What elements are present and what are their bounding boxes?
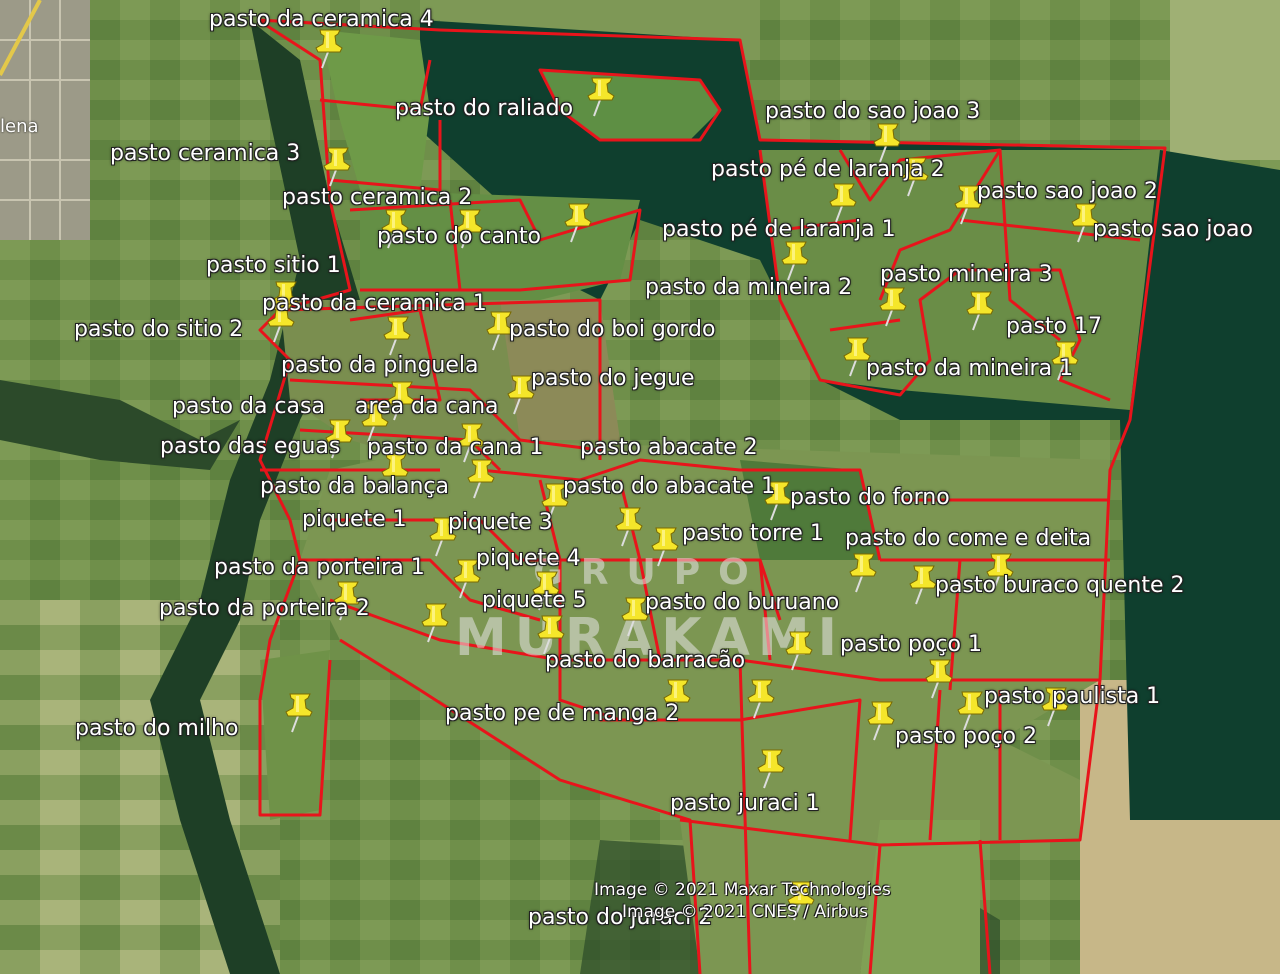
- pushpin-icon[interactable]: [586, 74, 620, 118]
- placemark-label[interactable]: pasto sao joao: [1093, 218, 1253, 242]
- town-label: lena: [0, 116, 39, 137]
- pushpin-icon[interactable]: [563, 200, 597, 244]
- placemark-label[interactable]: pasto poço 2: [895, 725, 1037, 749]
- placemark-label[interactable]: pasto da porteira 1: [214, 556, 425, 580]
- placemark-label[interactable]: pasto 17: [1006, 315, 1102, 339]
- placemark-label[interactable]: pasto do boi gordo: [509, 318, 715, 342]
- placemark-label[interactable]: pasto das eguas: [160, 435, 340, 459]
- placemark-label[interactable]: pasto da pinguela: [281, 354, 478, 378]
- placemark-label[interactable]: pasto sao joao 2: [977, 180, 1158, 204]
- imagery-credit-maxar: Image © 2021 Maxar Technologies: [594, 880, 891, 900]
- pushpin-icon[interactable]: [382, 313, 416, 357]
- pushpin-icon[interactable]: [314, 26, 348, 70]
- imagery-credit-cnes: Image © 2021 CNES / Airbus: [622, 902, 869, 922]
- placemark-label[interactable]: pasto da casa: [172, 395, 325, 419]
- placemark-label[interactable]: pasto da ceramica 4: [209, 8, 434, 32]
- placemark-label[interactable]: piquete 1: [302, 508, 407, 532]
- placemark-label[interactable]: pasto do sao joao 3: [765, 100, 980, 124]
- placemark-label[interactable]: pasto do come e deita: [845, 527, 1091, 551]
- placemark-label[interactable]: piquete 3: [448, 511, 553, 535]
- pushpin-icon[interactable]: [965, 288, 999, 332]
- placemark-label[interactable]: pasto ceramica 3: [110, 142, 300, 166]
- placemark-label[interactable]: pasto torre 1: [682, 522, 824, 546]
- placemark-label[interactable]: pasto paulista 1: [984, 685, 1160, 709]
- pushpin-icon[interactable]: [848, 550, 882, 594]
- placemark-label[interactable]: pasto abacate 2: [580, 436, 758, 460]
- placemark-label[interactable]: pasto do forno: [790, 486, 950, 510]
- pushpin-icon[interactable]: [322, 144, 356, 188]
- placemark-label[interactable]: pasto da ceramica 1: [262, 292, 487, 316]
- placemark-label[interactable]: pasto da mineira 1: [866, 357, 1073, 381]
- placemark-label[interactable]: pasto da balança: [260, 475, 449, 499]
- placemark-label[interactable]: pasto da porteira 2: [159, 597, 370, 621]
- placemark-label[interactable]: pasto do barracão: [545, 649, 745, 673]
- placemark-label[interactable]: pasto do abacate 1: [563, 475, 775, 499]
- pushpin-icon[interactable]: [650, 524, 684, 568]
- placemark-label[interactable]: area da cana: [355, 395, 499, 419]
- placemark-label[interactable]: pasto do raliado: [395, 97, 573, 121]
- pushpin-icon[interactable]: [614, 504, 648, 548]
- placemark-label[interactable]: pasto buraco quente 2: [935, 574, 1185, 598]
- placemark-label[interactable]: pasto mineira 3: [880, 263, 1053, 287]
- placemark-label[interactable]: pasto juraci 1: [670, 792, 820, 816]
- pushpin-icon[interactable]: [924, 656, 958, 700]
- placemark-label[interactable]: pasto do sitio 2: [74, 318, 243, 342]
- satellite-map[interactable]: lena GRUPO MURAKAMI pasto da ceramica 4 …: [0, 0, 1280, 974]
- placemark-label[interactable]: pasto pe de manga 2: [445, 702, 679, 726]
- placemark-label[interactable]: piquete 4: [476, 547, 581, 571]
- placemark-label[interactable]: piquete 5: [482, 589, 587, 613]
- placemark-label[interactable]: pasto pé de laranja 1: [662, 218, 896, 242]
- pushpin-icon[interactable]: [420, 600, 454, 644]
- placemark-label[interactable]: pasto da cana 1: [367, 436, 543, 460]
- placemark-label[interactable]: pasto pé de laranja 2: [711, 158, 945, 182]
- pushpin-icon[interactable]: [284, 690, 318, 734]
- placemark-label[interactable]: pasto ceramica 2: [282, 186, 472, 210]
- placemark-label[interactable]: pasto poço 1: [840, 633, 982, 657]
- placemark-label[interactable]: pasto do milho: [75, 717, 238, 741]
- pushpin-icon[interactable]: [466, 456, 500, 500]
- placemark-label[interactable]: pasto sitio 1: [206, 254, 341, 278]
- placemark-label[interactable]: pasto do jegue: [531, 367, 695, 391]
- placemark-label[interactable]: pasto do buruano: [645, 591, 839, 615]
- pushpin-icon[interactable]: [756, 746, 790, 790]
- pushpin-icon[interactable]: [878, 284, 912, 328]
- placemark-label[interactable]: pasto do canto: [377, 225, 541, 249]
- placemark-label[interactable]: pasto da mineira 2: [645, 276, 852, 300]
- pushpin-icon[interactable]: [746, 676, 780, 720]
- pushpin-icon[interactable]: [784, 628, 818, 672]
